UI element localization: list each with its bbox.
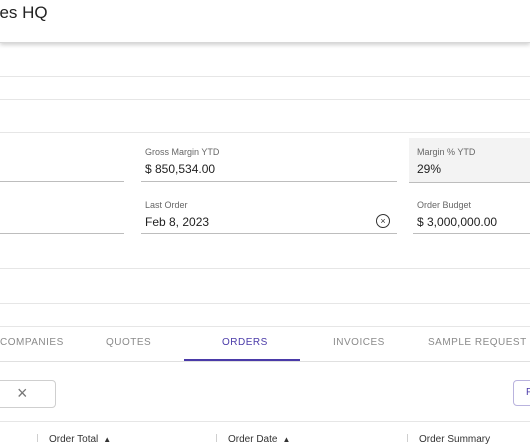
tabs-divider xyxy=(0,361,530,362)
header-bar: ries HQ xyxy=(0,0,530,43)
page-title: ries HQ xyxy=(0,3,48,22)
clear-date-icon[interactable]: × xyxy=(376,214,390,228)
close-icon[interactable]: × xyxy=(17,383,28,403)
column-separator xyxy=(407,434,408,442)
field-value: $ 3,000,000.00 xyxy=(417,215,498,229)
divider xyxy=(0,303,530,304)
field-value: 29% xyxy=(417,162,442,176)
column-separator xyxy=(37,434,38,442)
divider xyxy=(0,326,530,327)
column-header-order-total[interactable]: Order Total ▲ xyxy=(49,434,111,445)
divider xyxy=(0,268,530,269)
search-input[interactable]: × xyxy=(0,380,56,408)
tab-orders[interactable]: ORDERS xyxy=(222,337,268,348)
column-header-order-summary[interactable]: Order Summary xyxy=(419,434,490,445)
field-label: Margin % YTD xyxy=(417,147,476,157)
filter-button[interactable]: F xyxy=(513,380,530,406)
column-label: Order Date xyxy=(228,434,278,445)
field-label: Gross Margin YTD xyxy=(145,147,220,157)
field-underline xyxy=(0,233,124,234)
column-label: Order Summary xyxy=(419,434,491,445)
field-value: $ 850,534.00 xyxy=(145,162,216,176)
divider xyxy=(0,421,530,422)
sort-asc-icon[interactable]: ▲ xyxy=(103,435,111,444)
field-underline xyxy=(413,233,530,234)
field-label: Order Budget xyxy=(417,200,472,210)
order-budget-field[interactable]: Order Budget $ 3,000,000.00 xyxy=(413,200,530,234)
divider xyxy=(0,99,530,100)
column-header-order-date[interactable]: Order Date ▲ xyxy=(228,434,290,445)
field-label: Last Order xyxy=(145,200,188,210)
tab-quotes[interactable]: QUOTES xyxy=(106,337,151,348)
field-underline xyxy=(0,181,124,182)
last-order-field[interactable]: Last Order Feb 8, 2023 xyxy=(141,200,397,234)
tab-invoices[interactable]: INVOICES xyxy=(333,337,385,348)
margin-pct-ytd-field: Margin % YTD 29% xyxy=(417,147,530,182)
field-underline xyxy=(141,233,397,234)
column-label: Order Total xyxy=(49,434,99,445)
tab-sample-request[interactable]: SAMPLE REQUEST xyxy=(428,337,527,348)
divider xyxy=(0,132,530,133)
column-separator xyxy=(216,434,217,442)
sort-asc-icon[interactable]: ▲ xyxy=(282,435,290,444)
gross-margin-ytd-field[interactable]: Gross Margin YTD $ 850,534.00 xyxy=(141,147,397,182)
tab-companies[interactable]: COMPANIES xyxy=(0,337,64,348)
field-underline xyxy=(141,181,397,182)
divider xyxy=(0,76,530,77)
field-value: Feb 8, 2023 xyxy=(145,215,210,229)
